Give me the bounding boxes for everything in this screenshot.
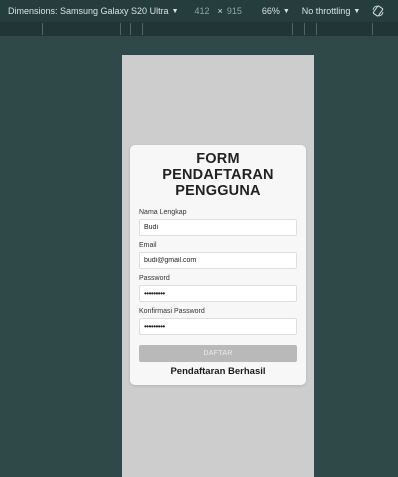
full-name-input[interactable] [139, 219, 297, 236]
form-title: FORM PENDAFTARAN PENGGUNA [162, 151, 274, 199]
device-toolbar: Dimensions: Samsung Galaxy S20 Ultra ▼ 4… [0, 0, 398, 22]
confirm-password-label: Konfirmasi Password [139, 308, 205, 315]
password-input[interactable] [139, 285, 297, 302]
chevron-down-icon: ▼ [282, 7, 290, 15]
rotate-icon[interactable] [372, 5, 384, 17]
ruler-tick [130, 23, 131, 35]
register-button[interactable]: DAFTAR [139, 345, 297, 362]
throttling-label: No throttling [301, 6, 351, 16]
zoom-dropdown[interactable]: 66% ▼ [262, 6, 290, 16]
ruler-tick [316, 23, 317, 35]
times-sign: × [217, 6, 223, 16]
ruler-tick [120, 23, 121, 35]
height-input[interactable]: 915 [227, 6, 242, 16]
ruler-tick [292, 23, 293, 35]
ruler-tick [304, 23, 305, 35]
throttling-dropdown[interactable]: No throttling ▼ [302, 6, 360, 16]
chevron-down-icon: ▼ [171, 7, 179, 15]
width-input[interactable]: 412 [195, 6, 210, 16]
email-label: Email [139, 242, 157, 249]
full-name-label: Nama Lengkap [139, 209, 187, 216]
email-input[interactable] [139, 252, 297, 269]
dimensions-dropdown[interactable]: Dimensions: Samsung Galaxy S20 Ultra ▼ [8, 6, 179, 16]
ruler-tick [42, 23, 43, 35]
registration-form: FORM PENDAFTARAN PENGGUNA Nama Lengkap E… [130, 145, 306, 385]
ruler-tick [142, 23, 143, 35]
device-viewport: FORM PENDAFTARAN PENGGUNA Nama Lengkap E… [122, 55, 314, 477]
password-label: Password [139, 275, 170, 282]
dimensions-label: Dimensions: Samsung Galaxy S20 Ultra [8, 6, 169, 16]
chevron-down-icon: ▼ [353, 7, 361, 15]
ruler-tick [372, 23, 373, 35]
zoom-label: 66% [261, 6, 280, 16]
confirm-password-input[interactable] [139, 318, 297, 335]
success-message: Pendaftaran Berhasil [170, 366, 266, 377]
media-query-ruler [0, 22, 398, 36]
